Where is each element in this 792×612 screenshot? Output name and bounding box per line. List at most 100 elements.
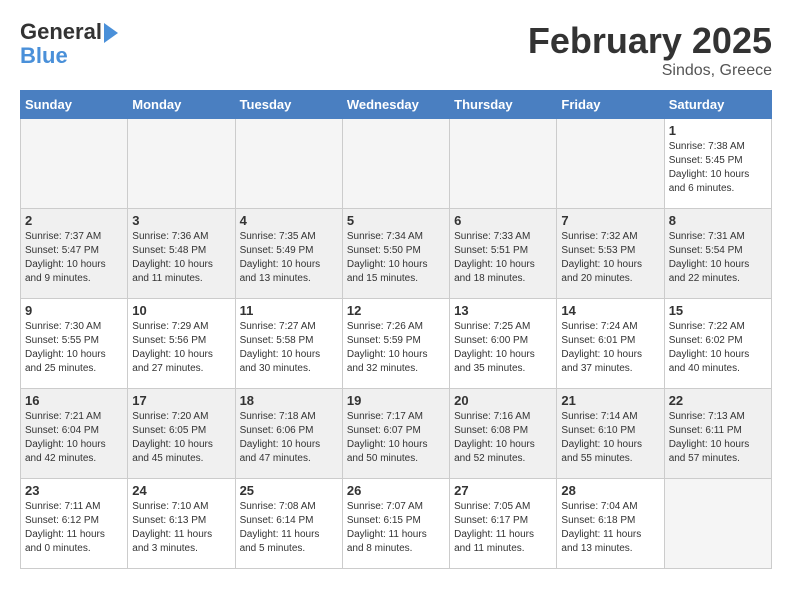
day-info: Sunrise: 7:37 AM Sunset: 5:47 PM Dayligh… xyxy=(25,230,123,286)
day-info: Sunrise: 7:22 AM Sunset: 6:02 PM Dayligh… xyxy=(669,320,767,376)
calendar-day-cell: 11Sunrise: 7:27 AM Sunset: 5:58 PM Dayli… xyxy=(235,299,342,389)
day-info: Sunrise: 7:05 AM Sunset: 6:17 PM Dayligh… xyxy=(454,500,552,556)
day-info: Sunrise: 7:04 AM Sunset: 6:18 PM Dayligh… xyxy=(561,500,659,556)
day-number: 19 xyxy=(347,393,445,408)
day-number: 23 xyxy=(25,483,123,498)
weekday-header: Monday xyxy=(128,91,235,119)
title-block: February 2025 Sindos, Greece xyxy=(528,20,772,80)
day-number: 5 xyxy=(347,213,445,228)
month-title: February 2025 xyxy=(528,20,772,62)
calendar-day-cell: 15 Sunrise: 7:22 AM Sunset: 6:02 PM Dayli… xyxy=(664,299,771,389)
calendar-day-cell: 9Sunrise: 7:30 AM Sunset: 5:55 PM Daylig… xyxy=(21,299,128,389)
day-number: 24 xyxy=(132,483,230,498)
day-info: Sunrise: 7:36 AM Sunset: 5:48 PM Dayligh… xyxy=(132,230,230,286)
weekday-header: Thursday xyxy=(450,91,557,119)
day-number: 25 xyxy=(240,483,338,498)
calendar-day-cell: 28 Sunrise: 7:04 AM Sunset: 6:18 PM Dayli… xyxy=(557,479,664,569)
day-number: 21 xyxy=(561,393,659,408)
day-number: 12 xyxy=(347,303,445,318)
calendar-day-cell xyxy=(557,119,664,209)
logo-blue-text: Blue xyxy=(20,44,118,68)
day-info: Sunrise: 7:38 AM Sunset: 5:45 PM Dayligh… xyxy=(669,140,767,196)
day-info: Sunrise: 7:31 AM Sunset: 5:54 PM Dayligh… xyxy=(669,230,767,286)
calendar-day-cell: 16 Sunrise: 7:21 AM Sunset: 6:04 PM Dayli… xyxy=(21,389,128,479)
logo-arrow-icon xyxy=(104,23,118,43)
calendar-day-cell: 4Sunrise: 7:35 AM Sunset: 5:49 PM Daylig… xyxy=(235,209,342,299)
day-info: Sunrise: 7:18 AM Sunset: 6:06 PM Dayligh… xyxy=(240,410,338,466)
day-info: Sunrise: 7:07 AM Sunset: 6:15 PM Dayligh… xyxy=(347,500,445,556)
day-info: Sunrise: 7:13 AM Sunset: 6:11 PM Dayligh… xyxy=(669,410,767,466)
day-info: Sunrise: 7:25 AM Sunset: 6:00 PM Dayligh… xyxy=(454,320,552,376)
calendar-day-cell: 17 Sunrise: 7:20 AM Sunset: 6:05 PM Dayli… xyxy=(128,389,235,479)
calendar-header-row: SundayMondayTuesdayWednesdayThursdayFrid… xyxy=(21,91,772,119)
calendar-day-cell: 14 Sunrise: 7:24 AM Sunset: 6:01 PM Dayli… xyxy=(557,299,664,389)
calendar-day-cell: 3 Sunrise: 7:36 AM Sunset: 5:48 PM Daylig… xyxy=(128,209,235,299)
calendar-week-row: 23 Sunrise: 7:11 AM Sunset: 6:12 PM Dayli… xyxy=(21,479,772,569)
day-number: 22 xyxy=(669,393,767,408)
calendar-table: SundayMondayTuesdayWednesdayThursdayFrid… xyxy=(20,90,772,569)
day-number: 7 xyxy=(561,213,659,228)
calendar-day-cell: 26 Sunrise: 7:07 AM Sunset: 6:15 PM Dayli… xyxy=(342,479,449,569)
calendar-day-cell: 7 Sunrise: 7:32 AM Sunset: 5:53 PM Daylig… xyxy=(557,209,664,299)
day-number: 11 xyxy=(240,303,338,318)
logo: General Blue xyxy=(20,20,118,68)
day-number: 4 xyxy=(240,213,338,228)
day-number: 28 xyxy=(561,483,659,498)
day-number: 15 xyxy=(669,303,767,318)
day-number: 3 xyxy=(132,213,230,228)
day-info: Sunrise: 7:17 AM Sunset: 6:07 PM Dayligh… xyxy=(347,410,445,466)
calendar-day-cell: 19 Sunrise: 7:17 AM Sunset: 6:07 PM Dayli… xyxy=(342,389,449,479)
calendar-day-cell: 13 Sunrise: 7:25 AM Sunset: 6:00 PM Dayli… xyxy=(450,299,557,389)
weekday-header: Sunday xyxy=(21,91,128,119)
calendar-day-cell: 18 Sunrise: 7:18 AM Sunset: 6:06 PM Dayli… xyxy=(235,389,342,479)
calendar-day-cell xyxy=(128,119,235,209)
day-info: Sunrise: 7:34 AM Sunset: 5:50 PM Dayligh… xyxy=(347,230,445,286)
calendar-day-cell: 23 Sunrise: 7:11 AM Sunset: 6:12 PM Dayli… xyxy=(21,479,128,569)
calendar-day-cell xyxy=(21,119,128,209)
page-header: General Blue February 2025 Sindos, Greec… xyxy=(20,20,772,80)
weekday-header: Saturday xyxy=(664,91,771,119)
calendar-day-cell: 24Sunrise: 7:10 AM Sunset: 6:13 PM Dayli… xyxy=(128,479,235,569)
day-info: Sunrise: 7:14 AM Sunset: 6:10 PM Dayligh… xyxy=(561,410,659,466)
day-info: Sunrise: 7:11 AM Sunset: 6:12 PM Dayligh… xyxy=(25,500,123,556)
calendar-day-cell: 12 Sunrise: 7:26 AM Sunset: 5:59 PM Dayli… xyxy=(342,299,449,389)
day-number: 13 xyxy=(454,303,552,318)
day-number: 27 xyxy=(454,483,552,498)
day-number: 1 xyxy=(669,123,767,138)
day-info: Sunrise: 7:24 AM Sunset: 6:01 PM Dayligh… xyxy=(561,320,659,376)
calendar-day-cell xyxy=(664,479,771,569)
calendar-day-cell: 10 Sunrise: 7:29 AM Sunset: 5:56 PM Dayli… xyxy=(128,299,235,389)
calendar-day-cell: 25 Sunrise: 7:08 AM Sunset: 6:14 PM Dayli… xyxy=(235,479,342,569)
day-info: Sunrise: 7:20 AM Sunset: 6:05 PM Dayligh… xyxy=(132,410,230,466)
day-info: Sunrise: 7:08 AM Sunset: 6:14 PM Dayligh… xyxy=(240,500,338,556)
day-info: Sunrise: 7:30 AM Sunset: 5:55 PM Dayligh… xyxy=(25,320,123,376)
day-info: Sunrise: 7:29 AM Sunset: 5:56 PM Dayligh… xyxy=(132,320,230,376)
calendar-day-cell xyxy=(450,119,557,209)
day-number: 17 xyxy=(132,393,230,408)
day-number: 8 xyxy=(669,213,767,228)
day-number: 16 xyxy=(25,393,123,408)
day-info: Sunrise: 7:26 AM Sunset: 5:59 PM Dayligh… xyxy=(347,320,445,376)
day-number: 14 xyxy=(561,303,659,318)
day-number: 20 xyxy=(454,393,552,408)
calendar-day-cell: 8 Sunrise: 7:31 AM Sunset: 5:54 PM Daylig… xyxy=(664,209,771,299)
day-number: 2 xyxy=(25,213,123,228)
calendar-day-cell: 27 Sunrise: 7:05 AM Sunset: 6:17 PM Dayli… xyxy=(450,479,557,569)
calendar-day-cell: 22 Sunrise: 7:13 AM Sunset: 6:11 PM Dayli… xyxy=(664,389,771,479)
calendar-week-row: 1 Sunrise: 7:38 AM Sunset: 5:45 PM Daylig… xyxy=(21,119,772,209)
calendar-day-cell xyxy=(342,119,449,209)
day-info: Sunrise: 7:21 AM Sunset: 6:04 PM Dayligh… xyxy=(25,410,123,466)
calendar-week-row: 2 Sunrise: 7:37 AM Sunset: 5:47 PM Daylig… xyxy=(21,209,772,299)
location-subtitle: Sindos, Greece xyxy=(528,62,772,80)
logo-text: General xyxy=(20,20,102,44)
day-number: 10 xyxy=(132,303,230,318)
day-info: Sunrise: 7:32 AM Sunset: 5:53 PM Dayligh… xyxy=(561,230,659,286)
day-number: 26 xyxy=(347,483,445,498)
calendar-day-cell: 5 Sunrise: 7:34 AM Sunset: 5:50 PM Daylig… xyxy=(342,209,449,299)
calendar-day-cell: 6Sunrise: 7:33 AM Sunset: 5:51 PM Daylig… xyxy=(450,209,557,299)
calendar-day-cell xyxy=(235,119,342,209)
day-info: Sunrise: 7:33 AM Sunset: 5:51 PM Dayligh… xyxy=(454,230,552,286)
calendar-day-cell: 21 Sunrise: 7:14 AM Sunset: 6:10 PM Dayli… xyxy=(557,389,664,479)
calendar-day-cell: 20Sunrise: 7:16 AM Sunset: 6:08 PM Dayli… xyxy=(450,389,557,479)
day-number: 18 xyxy=(240,393,338,408)
